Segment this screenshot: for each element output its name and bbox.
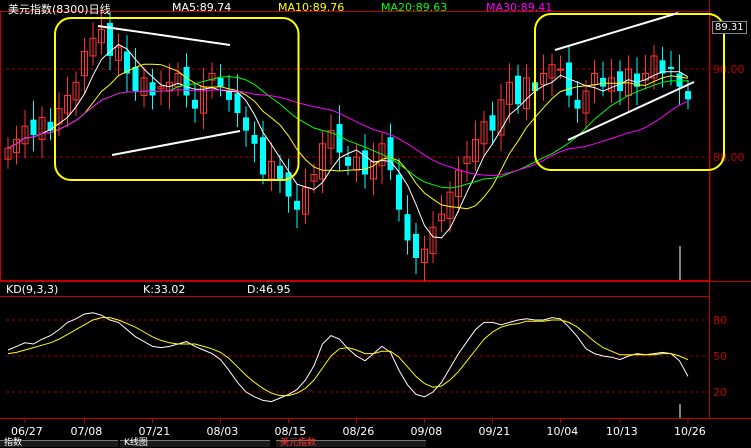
status-tab-1[interactable]: 指数 <box>0 438 118 448</box>
ma30-label: MA30:89.41 <box>486 1 553 14</box>
candle-body-down <box>515 75 521 105</box>
candle-body-down <box>234 93 241 114</box>
candle-body-down <box>668 66 674 70</box>
ma5-label: MA5:89.74 <box>172 1 232 14</box>
trendline-right-upper <box>554 12 679 51</box>
candle-body-down <box>336 124 343 153</box>
kd-tick-label: 80 <box>713 314 727 327</box>
candle-body-down <box>226 91 232 100</box>
candle-body-down <box>574 99 581 109</box>
x-tick-label: 09/21 <box>479 425 511 438</box>
candle-body-down <box>30 119 37 136</box>
trendline-left-lower <box>111 130 241 156</box>
kd-tick-label: 20 <box>713 386 727 399</box>
trendline-left-upper <box>97 25 231 46</box>
kd-tick-label: 50 <box>713 350 727 363</box>
status-tab-2[interactable]: K线图 <box>120 438 270 448</box>
candle-body-down <box>260 137 266 175</box>
candle-body-down <box>132 66 139 92</box>
candle-body-down <box>396 174 402 210</box>
ma10-line <box>7 63 689 210</box>
candle-body-down <box>149 82 156 96</box>
candle-body-down <box>243 117 249 131</box>
candle-body-down <box>676 73 683 87</box>
x-tick-label: 08/26 <box>343 425 375 438</box>
chart-title: 美元指数(8300)日线 <box>8 3 111 16</box>
kd-pane: 80 50 20 <box>0 296 727 418</box>
candle-body-down <box>294 200 300 210</box>
x-axis: 06/27 07/08 07/21 08/03 08/15 08/26 09/08 09/21… <box>0 418 751 438</box>
candle-body-down <box>404 214 411 241</box>
x-tick-label: 08/03 <box>207 425 239 438</box>
candle-body-down <box>600 77 606 87</box>
k-value: K:33.02 <box>143 283 186 296</box>
ma10-label: MA10:89.76 <box>278 1 345 14</box>
candle-body-down <box>413 233 419 259</box>
candle-body-down <box>285 172 292 197</box>
candle-body-down <box>617 71 623 92</box>
status-tab-2-label: K线图 <box>124 438 148 448</box>
candle-body-down <box>251 135 258 144</box>
x-tick-label: 10/13 <box>606 425 638 438</box>
price-frame <box>0 11 711 281</box>
price-tick-label: 88.00 <box>713 151 745 164</box>
x-tick-label: 07/08 <box>71 425 103 438</box>
kd-title: KD(9,3,3) <box>6 283 59 296</box>
candle-body-down <box>183 66 190 96</box>
candle-body-down <box>489 115 496 131</box>
candle-body-down <box>192 99 198 109</box>
kd-d-line <box>7 317 689 397</box>
ma20-label: MA20:89.63 <box>381 1 448 14</box>
candle-body-down <box>387 137 394 171</box>
x-tick-label: 10/26 <box>674 425 706 438</box>
candle-body-down <box>345 156 351 166</box>
candle-body-down <box>277 165 283 179</box>
x-tick-label: 09/08 <box>411 425 443 438</box>
status-tab-3-label: 美元指数 <box>280 438 317 448</box>
chart-canvas: 90.0088.00 805020 06/27 07/08 07/21 08/03 08… <box>0 0 751 438</box>
candle-body-down <box>217 77 224 87</box>
last-price-label: 89.31 <box>712 21 747 34</box>
kd-k-line <box>7 312 689 403</box>
candle-body-up <box>557 68 564 71</box>
status-tab-3[interactable]: 美元指数 <box>276 438 426 448</box>
d-value: D:46.95 <box>247 283 291 296</box>
candle-body-down <box>685 91 691 100</box>
price-tick-label: 90.00 <box>713 63 745 76</box>
x-tick-label: 10/04 <box>547 425 579 438</box>
status-tab-1-label: 指数 <box>4 438 23 448</box>
